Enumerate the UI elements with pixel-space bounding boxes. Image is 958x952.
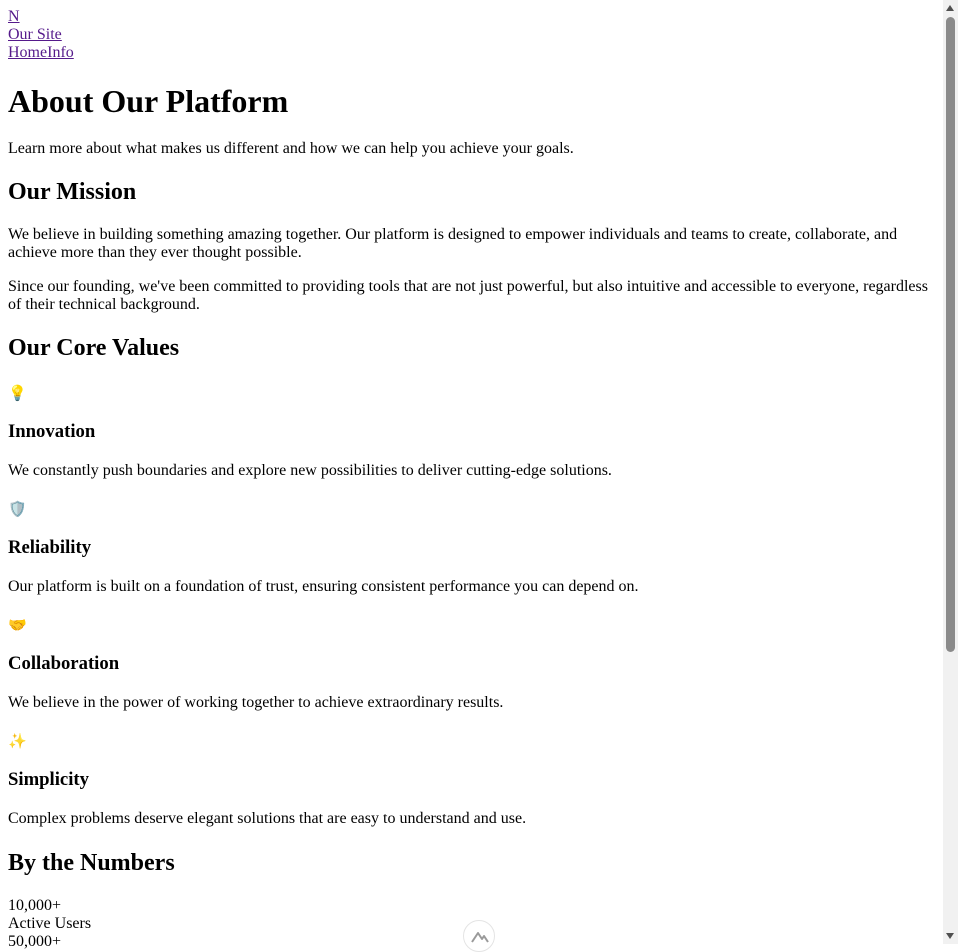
mission-paragraph-1: We believe in building something amazing… bbox=[8, 226, 898, 261]
value-card-innovation: 💡 Innovation We constantly push boundari… bbox=[8, 384, 933, 480]
site-name-link[interactable]: Our Site bbox=[8, 26, 933, 44]
numbers-heading: By the Numbers bbox=[8, 850, 175, 876]
value-title: Simplicity bbox=[8, 769, 89, 790]
nav-link-home[interactable]: Home bbox=[8, 44, 47, 61]
mountain-logo-icon bbox=[471, 932, 489, 943]
page-title: About Our Platform bbox=[8, 83, 289, 119]
value-description: We believe in the power of working toget… bbox=[8, 694, 504, 711]
value-description: We constantly push boundaries and explor… bbox=[8, 462, 612, 479]
scroll-down-arrow-icon[interactable] bbox=[946, 933, 954, 939]
nav-links: HomeInfo bbox=[8, 44, 933, 62]
top-nav: N Our Site HomeInfo bbox=[8, 8, 933, 62]
value-description: Complex problems deserve elegant solutio… bbox=[8, 810, 527, 827]
mission-paragraph-2: Since our founding, we've been committed… bbox=[8, 278, 928, 313]
value-description: Our platform is built on a foundation of… bbox=[8, 578, 639, 595]
value-card-reliability: 🛡️ Reliability Our platform is built on … bbox=[8, 500, 933, 596]
page-content: N Our Site HomeInfo About Our Platform L… bbox=[8, 8, 933, 951]
handshake-icon: 🤝 bbox=[8, 616, 27, 634]
sparkles-icon: ✨ bbox=[8, 732, 27, 750]
value-card-collaboration: 🤝 Collaboration We believe in the power … bbox=[8, 616, 933, 712]
scroll-up-arrow-icon[interactable] bbox=[946, 5, 954, 11]
values-heading: Our Core Values bbox=[8, 335, 180, 361]
value-title: Reliability bbox=[8, 537, 92, 558]
intro-text: Learn more about what makes us different… bbox=[8, 140, 574, 157]
value-title: Innovation bbox=[8, 421, 96, 442]
nav-link-info[interactable]: Info bbox=[47, 44, 74, 61]
stat-value: 10,000+ bbox=[8, 897, 62, 914]
logo-link[interactable]: N bbox=[8, 8, 933, 26]
floating-logo-badge[interactable] bbox=[463, 920, 495, 952]
vertical-scrollbar[interactable] bbox=[943, 0, 958, 944]
value-card-simplicity: ✨ Simplicity Complex problems deserve el… bbox=[8, 732, 933, 828]
shield-icon: 🛡️ bbox=[8, 500, 27, 518]
lightbulb-icon: 💡 bbox=[8, 384, 27, 402]
value-title: Collaboration bbox=[8, 653, 120, 674]
mission-heading: Our Mission bbox=[8, 179, 137, 205]
scrollbar-thumb[interactable] bbox=[946, 17, 955, 652]
